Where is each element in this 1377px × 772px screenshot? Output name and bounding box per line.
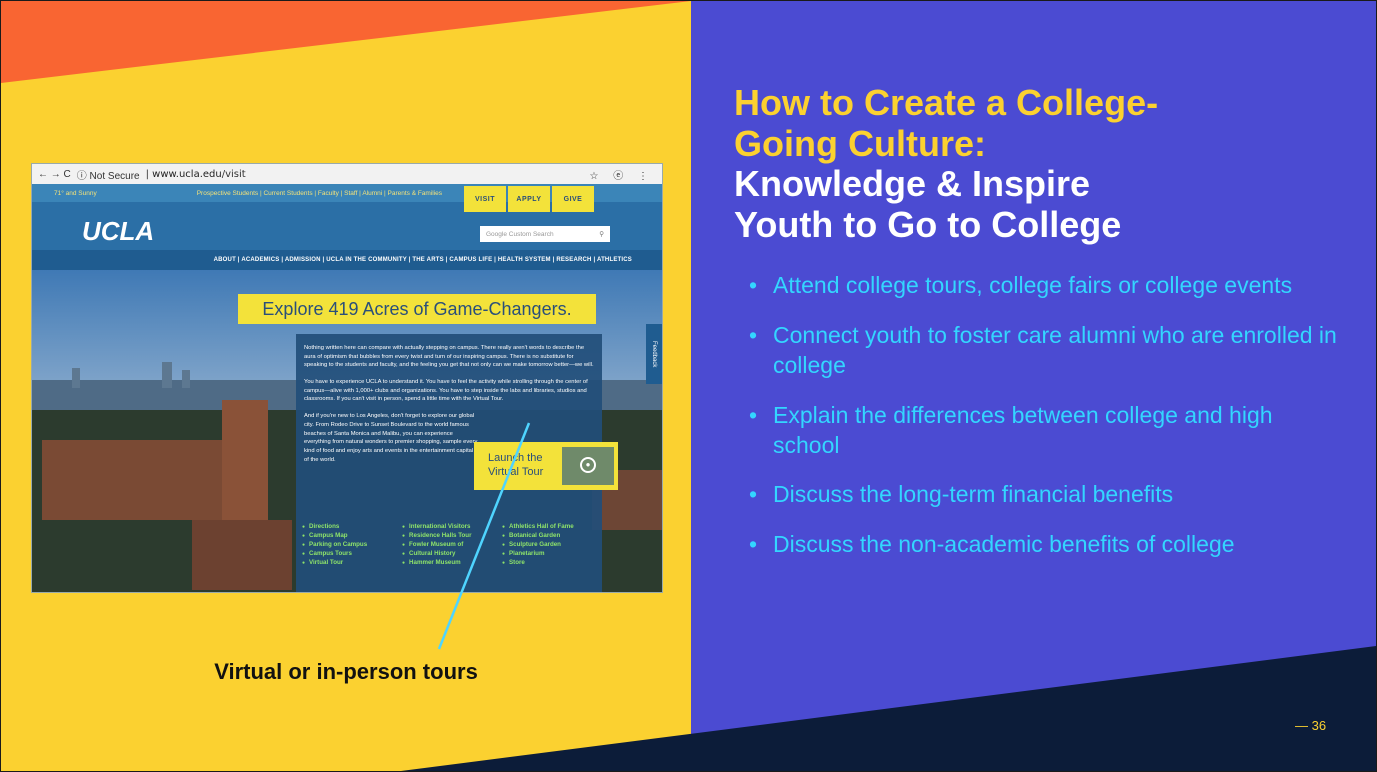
ucla-logo: UCLA [82, 216, 155, 246]
campus-building [42, 440, 242, 520]
visit-link: Campus Map [302, 531, 402, 540]
slide: ← → C ⓘ Not Secure | www.ucla.edu/visit … [0, 0, 1377, 772]
url-path: /visit [221, 168, 246, 180]
visit-paragraph: You have to experience UCLA to understan… [304, 379, 588, 403]
visit-button: VISIT [464, 186, 506, 212]
search-placeholder: Google Custom Search [486, 230, 554, 238]
location-pin-icon: ● [580, 457, 596, 473]
cta-buttons: VISIT APPLY GIVE [464, 186, 596, 212]
title-line: Knowledge & Inspire [734, 163, 1091, 205]
visit-link: Residence Halls Tour [402, 531, 502, 540]
visit-link: Virtual Tour [302, 558, 402, 567]
skyscraper [72, 368, 80, 388]
ucla-website-screenshot: ← → C ⓘ Not Secure | www.ucla.edu/visit … [31, 163, 663, 593]
visit-link: Directions [302, 522, 402, 531]
url-host: www.ucla.edu [152, 168, 222, 180]
campus-building [192, 520, 292, 590]
visit-link: International Visitors [402, 522, 502, 531]
visit-link: Store [502, 558, 602, 567]
search-icon: ⚲ [599, 231, 604, 238]
bullet-item: Discuss the non-academic benefits of col… [749, 530, 1338, 560]
apply-button: APPLY [508, 186, 550, 212]
visit-link: Fowler Museum of [402, 540, 502, 549]
weather-label: 71° and Sunny [54, 189, 97, 197]
visit-link: Campus Tours [302, 549, 402, 558]
browser-nav-icons: ← → C [38, 168, 71, 180]
links-column-2: International Visitors Residence Halls T… [402, 522, 502, 567]
visit-link: Cultural History [402, 549, 502, 558]
virtual-tour-thumbnail: ● [562, 447, 614, 485]
bullet-item: Explain the differences between college … [749, 401, 1338, 461]
give-button: GIVE [552, 186, 594, 212]
links-column-3: Athletics Hall of Fame Botanical Garden … [502, 522, 602, 567]
title-line: Going Culture: [734, 122, 986, 164]
royce-hall-tower [222, 400, 268, 530]
visit-link: Parking on Campus [302, 540, 402, 549]
visit-paragraph: Nothing written here can compare with ac… [304, 345, 594, 369]
not-secure-label: ⓘ Not Secure [76, 170, 140, 182]
skyscraper [182, 370, 190, 388]
page-number: — 36 [1295, 718, 1327, 733]
title-line: Youth to Go to College [734, 204, 1122, 246]
bullet-item: Attend college tours, college fairs or c… [749, 271, 1338, 301]
links-column-1: Directions Campus Map Parking on Campus … [302, 522, 402, 567]
browser-right-icons: ☆ ⓔ ⋮ [589, 170, 654, 182]
visit-paragraph: And if you're new to Los Angeles, don't … [304, 413, 478, 463]
visit-link: Planetarium [502, 549, 602, 558]
feedback-tab: Feedback [646, 324, 662, 384]
bullet-item: Connect youth to foster care alumni who … [749, 321, 1338, 381]
site-search-box: Google Custom Search ⚲ [480, 226, 610, 242]
visit-link: Athletics Hall of Fame [502, 522, 602, 531]
virtual-tour-label: Launch the Virtual Tour [488, 452, 544, 478]
url-text: | www.ucla.edu/visit [145, 168, 246, 180]
bullet-item: Discuss the long-term financial benefits [749, 480, 1338, 510]
visit-link: Sculpture Garden [502, 540, 602, 549]
bullet-list: Attend college tours, college fairs or c… [749, 271, 1338, 580]
site-main-nav: ABOUT | ACADEMICS | ADMISSION | UCLA IN … [32, 250, 662, 270]
slide-title: How to Create a College- Going Culture: … [734, 82, 1334, 246]
screenshot-caption: Virtual or in-person tours [214, 659, 478, 684]
visit-link: Botanical Garden [502, 531, 602, 540]
audience-links: Prospective Students | Current Students … [196, 189, 443, 197]
visit-link: Hammer Museum [402, 558, 502, 567]
browser-address-bar: ← → C ⓘ Not Secure | www.ucla.edu/visit … [32, 164, 662, 185]
hero-banner: Explore 419 Acres of Game-Changers. [238, 294, 596, 324]
title-line: How to Create a College- [734, 82, 1159, 123]
virtual-tour-button: Launch the Virtual Tour ● [474, 442, 618, 490]
skyscraper [162, 362, 172, 388]
visit-links: Directions Campus Map Parking on Campus … [302, 522, 602, 567]
